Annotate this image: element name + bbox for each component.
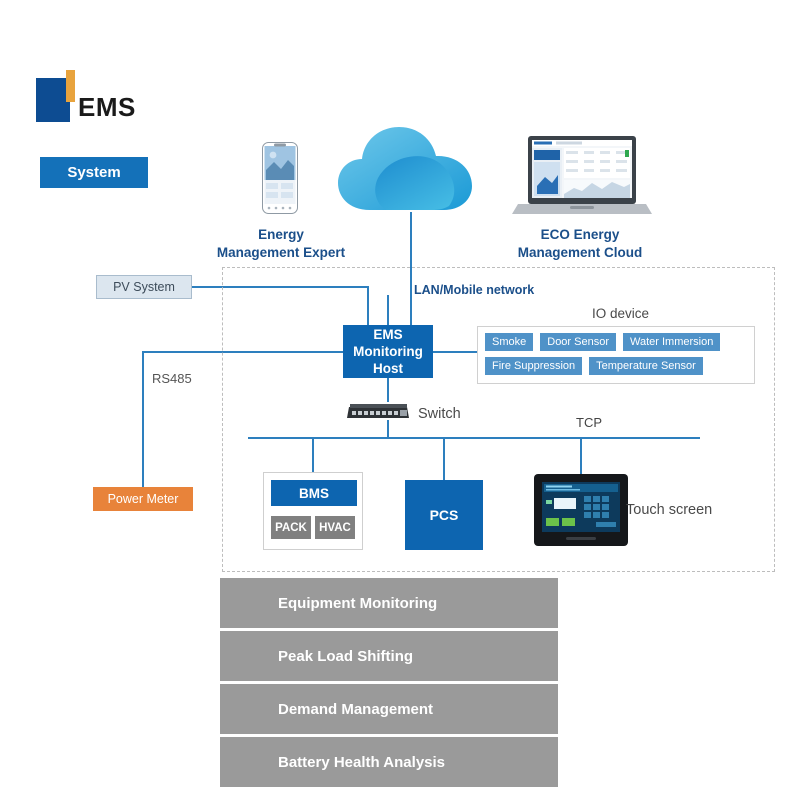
bms-child-hvac[interactable]: HVAC (315, 516, 355, 539)
feature-bar-peak-load-shifting[interactable]: Peak Load Shifting (220, 631, 558, 681)
io-device-panel: Smoke Door Sensor Water Immersion Fire S… (477, 326, 755, 384)
expert-caption-line1: Energy (258, 227, 304, 242)
expert-caption-line2: Management Expert (216, 245, 346, 261)
feature-bar-battery-health-analysis[interactable]: Battery Health Analysis (220, 737, 558, 787)
feature-bar-equipment-monitoring[interactable]: Equipment Monitoring (220, 578, 558, 628)
bms-group: BMS PACK HVAC (263, 472, 363, 550)
pv-system-node[interactable]: PV System (96, 275, 192, 299)
cloud-icon (338, 127, 472, 210)
ems-host-line1: EMS (373, 326, 403, 342)
bms-children: PACK HVAC (271, 516, 355, 539)
hmi-panel-icon (534, 474, 628, 546)
ems-host-line2: Monitoring (353, 343, 423, 359)
laptop-icon (512, 136, 652, 214)
bms-node[interactable]: BMS (271, 480, 357, 506)
system-chip[interactable]: System (40, 157, 148, 188)
tcp-label: TCP (576, 415, 602, 430)
ems-logo-mark (36, 78, 70, 122)
io-device-title: IO device (592, 306, 650, 321)
io-tag-fire-suppression[interactable]: Fire Suppression (485, 357, 583, 375)
eco-cloud-caption-line2: Management Cloud (517, 245, 643, 261)
pcs-node[interactable]: PCS (405, 480, 483, 550)
rs485-label: RS485 (152, 371, 192, 386)
io-tag-door-sensor[interactable]: Door Sensor (540, 333, 617, 351)
eco-cloud-caption: ECO Energy Management Cloud (500, 226, 660, 262)
io-tag-row-1: Smoke Door Sensor Water Immersion (485, 333, 747, 351)
ems-logo-accent (66, 70, 75, 102)
io-tag-row-2: Fire Suppression Temperature Sensor (485, 357, 747, 375)
io-tag-temperature-sensor[interactable]: Temperature Sensor (589, 357, 703, 375)
bms-child-pack[interactable]: PACK (271, 516, 311, 539)
ems-host-line3: Host (372, 361, 403, 377)
expert-caption: Energy Management Expert (196, 226, 366, 262)
io-tag-water-immersion[interactable]: Water Immersion (623, 333, 721, 351)
lan-network-label: LAN/Mobile network (414, 283, 535, 297)
io-tag-smoke[interactable]: Smoke (485, 333, 534, 351)
touch-screen-label: Touch screen (626, 502, 713, 518)
power-meter-node[interactable]: Power Meter (93, 487, 193, 511)
feature-bar-demand-management[interactable]: Demand Management (220, 684, 558, 734)
page-title: EMS (78, 92, 136, 122)
ems-monitoring-host-node[interactable]: EMS Monitoring Host (343, 325, 433, 378)
smartphone-icon (262, 142, 298, 214)
network-switch-icon (347, 404, 409, 418)
switch-label: Switch (418, 406, 461, 422)
feature-list: Equipment Monitoring Peak Load Shifting … (220, 578, 558, 790)
eco-cloud-caption-line1: ECO Energy (540, 227, 620, 242)
